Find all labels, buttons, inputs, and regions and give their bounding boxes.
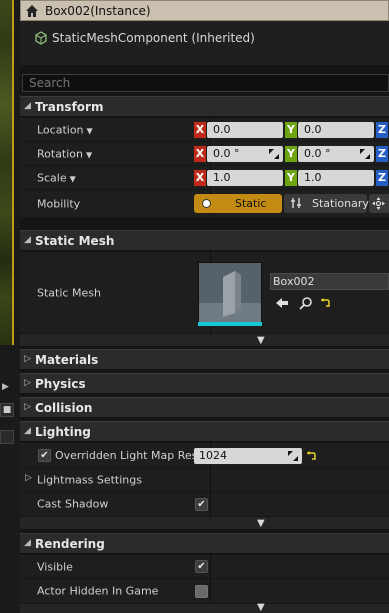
reset-to-default-icon[interactable] bbox=[306, 451, 316, 461]
expand-arrow-icon: ▷ bbox=[25, 473, 32, 483]
section-static-mesh[interactable]: ◢ Static Mesh bbox=[20, 230, 389, 251]
rotation-y-field[interactable]: 0.0 ° bbox=[298, 146, 374, 162]
expand-arrow-icon: ▷ bbox=[24, 378, 31, 388]
actor-hidden-row: Actor Hidden In Game bbox=[20, 579, 389, 604]
override-light-map-label: Overridden Light Map Res bbox=[55, 449, 198, 462]
lighting-advanced-strip[interactable]: ▼ bbox=[20, 517, 389, 529]
static-dot-icon bbox=[202, 199, 211, 208]
expand-arrow-icon: ▷ bbox=[24, 402, 31, 412]
collapse-arrow-icon: ◢ bbox=[24, 426, 31, 436]
rotation-label[interactable]: Rotation ▼ bbox=[37, 147, 92, 160]
cast-shadow-row: Cast Shadow ✔ bbox=[20, 492, 389, 517]
section-physics-label: Physics bbox=[35, 377, 86, 391]
scale-z-axis: Z bbox=[376, 170, 388, 186]
expand-advanced-icon: ▼ bbox=[257, 602, 265, 613]
light-map-res-field[interactable]: 1024 bbox=[194, 448, 302, 464]
section-physics[interactable]: ▷ Physics bbox=[20, 373, 389, 394]
scale-x-axis: X bbox=[194, 170, 206, 186]
mobility-stationary-button[interactable]: Stationary bbox=[284, 194, 369, 213]
location-label[interactable]: Location ▼ bbox=[37, 123, 93, 136]
browse-search-icon[interactable] bbox=[299, 296, 313, 310]
section-transform-label: Transform bbox=[35, 100, 104, 114]
static-mesh-component-icon bbox=[35, 31, 47, 45]
collapse-arrow-icon: ◢ bbox=[24, 101, 31, 111]
strip-button-icon[interactable]: ■ bbox=[0, 403, 14, 417]
scale-x-field[interactable]: 1.0 bbox=[207, 170, 283, 186]
section-lighting-label: Lighting bbox=[35, 425, 91, 439]
viewport-preview[interactable] bbox=[0, 0, 14, 345]
lightmass-settings-row[interactable]: ▷ Lightmass Settings bbox=[20, 468, 389, 492]
mesh-thumbnail[interactable] bbox=[198, 262, 262, 326]
rendering-advanced-strip[interactable]: ▼ bbox=[20, 602, 389, 613]
component-row[interactable]: StaticMeshComponent (Inherited) bbox=[20, 21, 389, 65]
details-search-input[interactable] bbox=[22, 74, 389, 92]
spin-arrows-icon[interactable] bbox=[360, 149, 370, 159]
actor-title: Box002(Instance) bbox=[45, 4, 151, 18]
rotation-z-axis: Z bbox=[376, 146, 388, 162]
section-collision-label: Collision bbox=[35, 401, 93, 415]
lightmass-settings-label: Lightmass Settings bbox=[37, 473, 142, 486]
cast-shadow-checkbox[interactable]: ✔ bbox=[195, 498, 208, 511]
mobility-static-button[interactable]: Static bbox=[194, 194, 282, 213]
section-materials-label: Materials bbox=[35, 353, 99, 367]
movable-arrows-icon bbox=[372, 197, 385, 210]
location-x-field[interactable]: 0.0 bbox=[207, 122, 283, 138]
section-materials[interactable]: ▷ Materials bbox=[20, 349, 389, 370]
collapse-arrow-icon: ◢ bbox=[24, 538, 31, 548]
expand-advanced-icon: ▼ bbox=[257, 518, 265, 529]
location-y-axis: Y bbox=[285, 122, 297, 138]
scale-dropdown-icon[interactable]: ▼ bbox=[70, 174, 76, 183]
rotation-x-axis: X bbox=[194, 146, 206, 162]
mobility-stationary-label: Stationary bbox=[312, 197, 369, 210]
scale-y-axis: Y bbox=[285, 170, 297, 186]
section-rendering[interactable]: ◢ Rendering bbox=[20, 533, 389, 554]
mesh-asset-combo[interactable]: Box002 bbox=[270, 273, 389, 290]
override-light-map-checkbox[interactable]: ✔ bbox=[38, 449, 51, 462]
scale-y-field[interactable]: 1.0 bbox=[298, 170, 374, 186]
mobility-static-label: Static bbox=[235, 197, 267, 210]
rotation-dropdown-icon[interactable]: ▼ bbox=[86, 150, 92, 159]
actor-hidden-checkbox[interactable] bbox=[195, 585, 208, 598]
advanced-expand-strip[interactable]: ▼ bbox=[20, 334, 389, 346]
asset-type-bar bbox=[198, 322, 262, 326]
mobility-movable-button[interactable] bbox=[369, 194, 389, 213]
visible-row: Visible ✔ bbox=[20, 555, 389, 579]
section-lighting[interactable]: ◢ Lighting bbox=[20, 421, 389, 442]
rotation-x-field[interactable]: 0.0 ° bbox=[207, 146, 283, 162]
section-collision[interactable]: ▷ Collision bbox=[20, 397, 389, 418]
location-y-field[interactable]: 0.0 bbox=[298, 122, 374, 138]
visible-label: Visible bbox=[37, 560, 73, 573]
actor-icon bbox=[26, 5, 38, 17]
section-transform[interactable]: ◢ Transform bbox=[20, 96, 389, 117]
actor-hidden-label: Actor Hidden In Game bbox=[37, 584, 159, 598]
scale-label[interactable]: Scale ▼ bbox=[37, 171, 76, 184]
expand-advanced-icon: ▼ bbox=[257, 335, 265, 346]
mobility-label: Mobility bbox=[37, 197, 81, 210]
collapse-arrow-icon: ◢ bbox=[24, 235, 31, 245]
actor-title-bar[interactable]: Box002(Instance) bbox=[20, 0, 389, 21]
component-label: StaticMeshComponent (Inherited) bbox=[52, 31, 255, 45]
location-x-axis: X bbox=[194, 122, 206, 138]
rotation-y-axis: Y bbox=[285, 146, 297, 162]
left-viewport-strip: ▶ ■ bbox=[0, 0, 20, 613]
strip-expand-icon[interactable]: ▶ bbox=[2, 382, 9, 392]
location-dropdown-icon[interactable]: ▼ bbox=[87, 126, 93, 135]
expand-arrow-icon: ▷ bbox=[24, 354, 31, 364]
spin-arrows-icon[interactable] bbox=[269, 149, 279, 159]
visible-checkbox[interactable]: ✔ bbox=[195, 560, 208, 573]
spin-arrows-icon[interactable] bbox=[288, 451, 298, 461]
mesh-preview-icon bbox=[199, 263, 261, 325]
section-rendering-label: Rendering bbox=[35, 537, 105, 551]
location-z-axis: Z bbox=[376, 122, 388, 138]
stationary-icon bbox=[291, 198, 301, 208]
section-static-mesh-label: Static Mesh bbox=[35, 234, 115, 248]
static-mesh-label: Static Mesh bbox=[37, 286, 101, 299]
reset-to-default-icon[interactable] bbox=[320, 298, 330, 308]
use-selected-arrow-icon[interactable] bbox=[275, 296, 289, 310]
cast-shadow-label: Cast Shadow bbox=[37, 497, 109, 511]
strip-doc-icon[interactable] bbox=[0, 430, 14, 444]
